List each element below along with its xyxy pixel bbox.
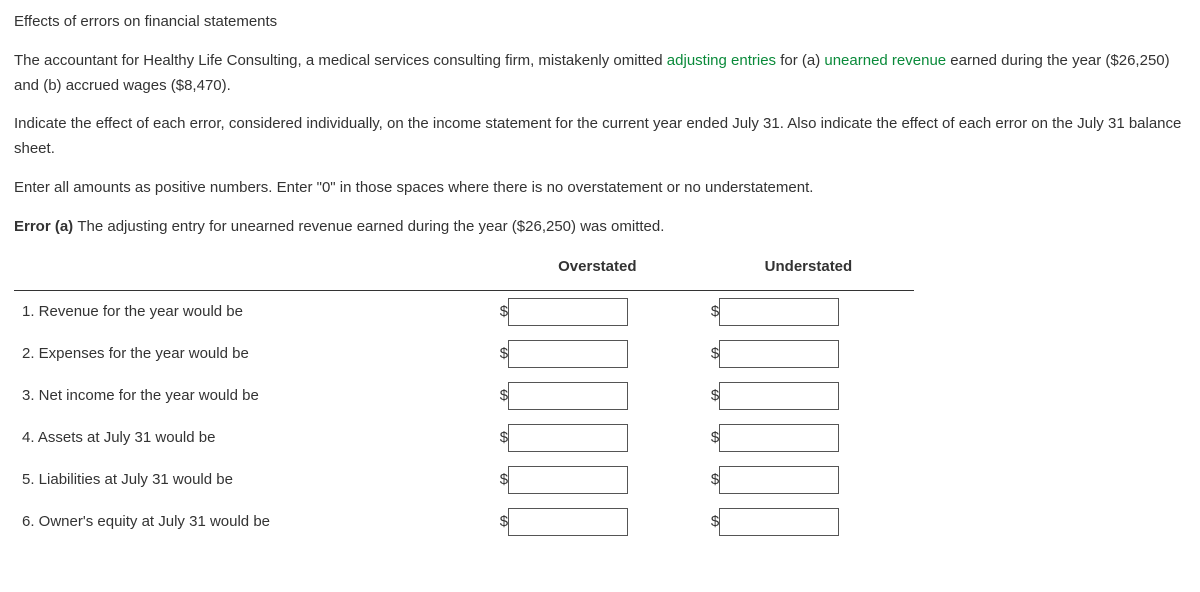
currency-symbol: $ xyxy=(500,342,508,367)
row-label: 5. Liabilities at July 31 would be xyxy=(14,459,492,501)
row-2-overstated-input[interactable] xyxy=(508,340,628,368)
table-row: 2. Expenses for the year would be $ $ xyxy=(14,333,914,375)
para1-mid: for (a) xyxy=(776,52,824,69)
currency-symbol: $ xyxy=(500,300,508,325)
row-6-understated-input[interactable] xyxy=(719,508,839,536)
row-1-understated-input[interactable] xyxy=(719,298,839,326)
currency-symbol: $ xyxy=(500,426,508,451)
intro-paragraph-3: Enter all amounts as positive numbers. E… xyxy=(14,176,1186,201)
currency-symbol: $ xyxy=(711,510,719,535)
table-row: 1. Revenue for the year would be $ $ xyxy=(14,291,914,334)
row-label: 2. Expenses for the year would be xyxy=(14,333,492,375)
row-1-overstated-input[interactable] xyxy=(508,298,628,326)
intro-paragraph-1: The accountant for Healthy Life Consulti… xyxy=(14,49,1186,99)
row-label: 4. Assets at July 31 would be xyxy=(14,417,492,459)
table-header-blank xyxy=(14,249,492,290)
intro-paragraph-2: Indicate the effect of each error, consi… xyxy=(14,112,1186,162)
error-a-text: The adjusting entry for unearned revenue… xyxy=(77,218,664,235)
currency-symbol: $ xyxy=(711,468,719,493)
row-label: 6. Owner's equity at July 31 would be xyxy=(14,501,492,543)
row-6-overstated-input[interactable] xyxy=(508,508,628,536)
table-row: 4. Assets at July 31 would be $ $ xyxy=(14,417,914,459)
error-a-label: Error (a) xyxy=(14,218,77,235)
currency-symbol: $ xyxy=(500,384,508,409)
row-2-understated-input[interactable] xyxy=(719,340,839,368)
row-5-understated-input[interactable] xyxy=(719,466,839,494)
page-title: Effects of errors on financial statement… xyxy=(14,10,1186,35)
effects-table: Overstated Understated 1. Revenue for th… xyxy=(14,249,914,543)
row-5-overstated-input[interactable] xyxy=(508,466,628,494)
currency-symbol: $ xyxy=(711,384,719,409)
table-header-understated: Understated xyxy=(703,249,914,290)
currency-symbol: $ xyxy=(711,342,719,367)
link-unearned-revenue[interactable]: unearned revenue xyxy=(824,52,946,69)
error-a-heading: Error (a) The adjusting entry for unearn… xyxy=(14,215,1186,240)
currency-symbol: $ xyxy=(500,468,508,493)
currency-symbol: $ xyxy=(711,300,719,325)
currency-symbol: $ xyxy=(711,426,719,451)
row-4-understated-input[interactable] xyxy=(719,424,839,452)
row-label: 1. Revenue for the year would be xyxy=(14,291,492,334)
row-label: 3. Net income for the year would be xyxy=(14,375,492,417)
table-row: 6. Owner's equity at July 31 would be $ … xyxy=(14,501,914,543)
currency-symbol: $ xyxy=(500,510,508,535)
para1-pre: The accountant for Healthy Life Consulti… xyxy=(14,52,667,69)
link-adjusting-entries[interactable]: adjusting entries xyxy=(667,52,776,69)
table-row: 3. Net income for the year would be $ $ xyxy=(14,375,914,417)
row-4-overstated-input[interactable] xyxy=(508,424,628,452)
table-row: 5. Liabilities at July 31 would be $ $ xyxy=(14,459,914,501)
table-header-overstated: Overstated xyxy=(492,249,703,290)
row-3-understated-input[interactable] xyxy=(719,382,839,410)
row-3-overstated-input[interactable] xyxy=(508,382,628,410)
